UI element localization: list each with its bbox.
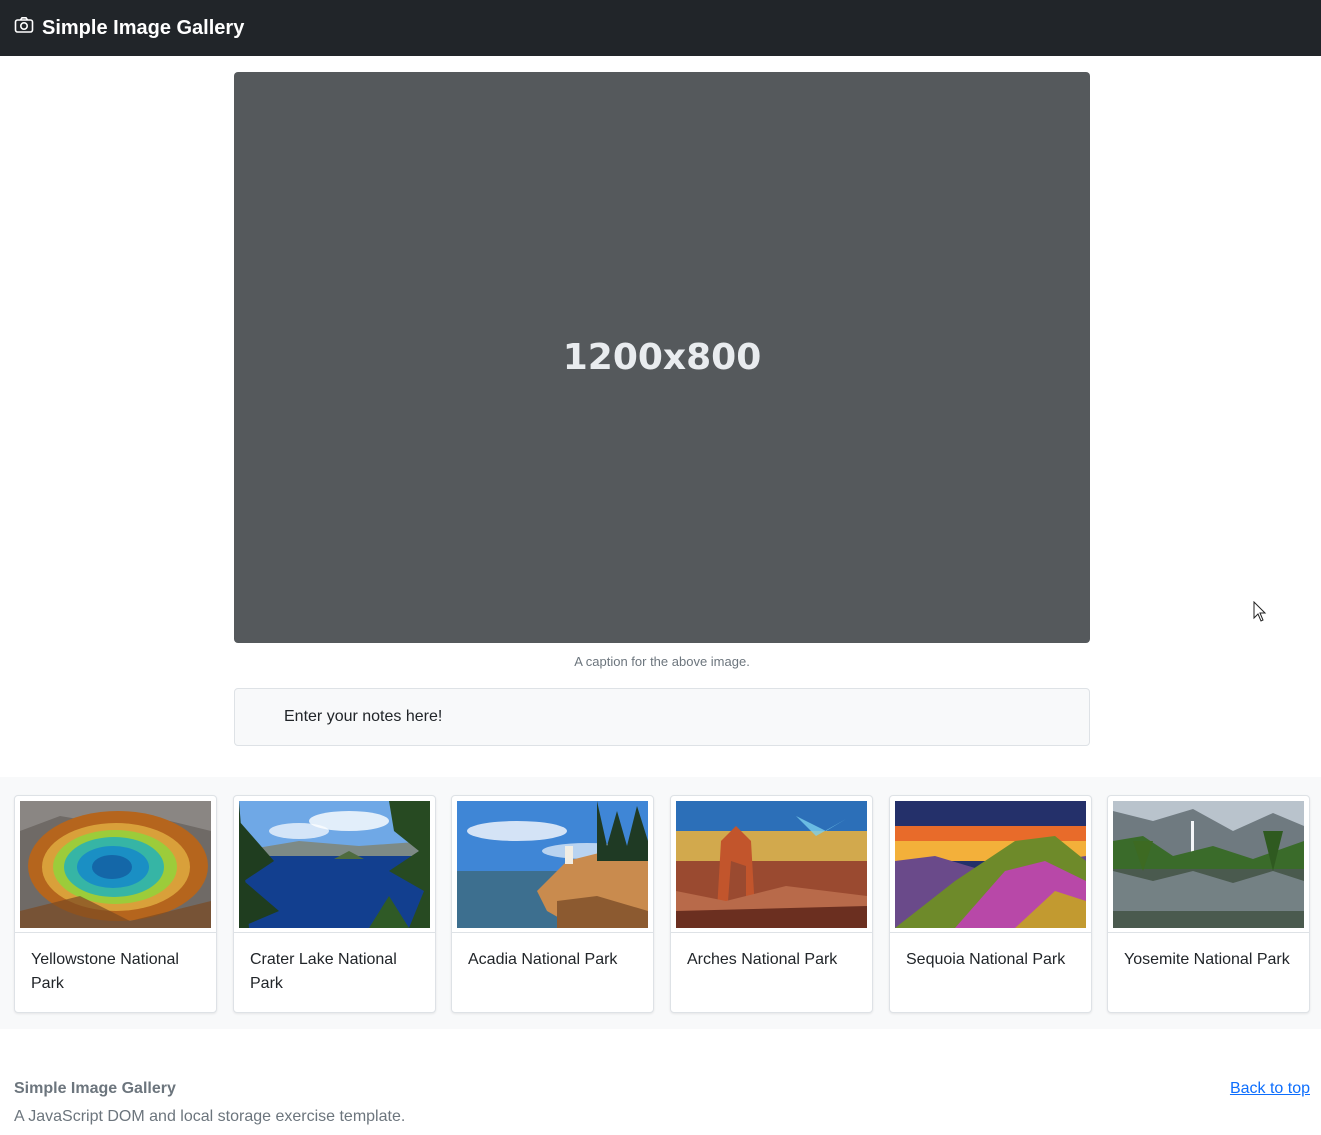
card-title: Crater Lake National Park xyxy=(250,951,397,992)
card-title: Sequoia National Park xyxy=(906,951,1066,968)
brand-title: Simple Image Gallery xyxy=(42,16,245,39)
card-title: Yosemite National Park xyxy=(1124,951,1290,968)
gallery-card-yellowstone[interactable]: Yellowstone National Park xyxy=(14,795,217,1013)
brand-link[interactable]: Simple Image Gallery xyxy=(14,15,244,41)
back-to-top-link[interactable]: Back to top xyxy=(1230,1080,1310,1098)
card-title: Acadia National Park xyxy=(468,951,618,968)
navbar: Simple Image Gallery xyxy=(0,0,1321,56)
gallery-card-arches[interactable]: Arches National Park xyxy=(670,795,873,1013)
thumbnail-image xyxy=(457,801,648,928)
notes-placeholder: Enter your notes here! xyxy=(284,708,443,725)
card-title: Arches National Park xyxy=(687,951,838,968)
footer-description: A JavaScript DOM and local storage exerc… xyxy=(14,1108,406,1125)
thumbnail-image xyxy=(20,801,211,928)
thumbnail-image xyxy=(676,801,867,928)
placeholder-size-text: 1200x800 xyxy=(562,337,762,378)
card-divider xyxy=(671,932,872,933)
camera-icon xyxy=(14,15,34,41)
thumbnail-image xyxy=(895,801,1086,928)
notes-field[interactable]: Enter your notes here! xyxy=(234,688,1090,746)
thumbnail-gallery: Yellowstone National Park Crater Lake Na… xyxy=(0,777,1321,1029)
mouse-cursor-icon xyxy=(1253,601,1267,622)
gallery-card-acadia[interactable]: Acadia National Park xyxy=(451,795,654,1013)
card-divider xyxy=(452,932,653,933)
card-divider xyxy=(234,932,435,933)
thumbnail-image xyxy=(239,801,430,928)
gallery-card-crater-lake[interactable]: Crater Lake National Park xyxy=(233,795,436,1013)
main-image-placeholder: 1200x800 xyxy=(234,72,1090,643)
thumbnail-image xyxy=(1113,801,1304,928)
gallery-card-sequoia[interactable]: Sequoia National Park xyxy=(889,795,1092,1013)
card-divider xyxy=(890,932,1091,933)
card-title: Yellowstone National Park xyxy=(31,951,179,992)
card-divider xyxy=(15,932,216,933)
footer-title: Simple Image Gallery xyxy=(14,1080,176,1097)
gallery-card-yosemite[interactable]: Yosemite National Park xyxy=(1107,795,1310,1013)
card-divider xyxy=(1108,932,1309,933)
image-caption: A caption for the above image. xyxy=(574,654,750,669)
